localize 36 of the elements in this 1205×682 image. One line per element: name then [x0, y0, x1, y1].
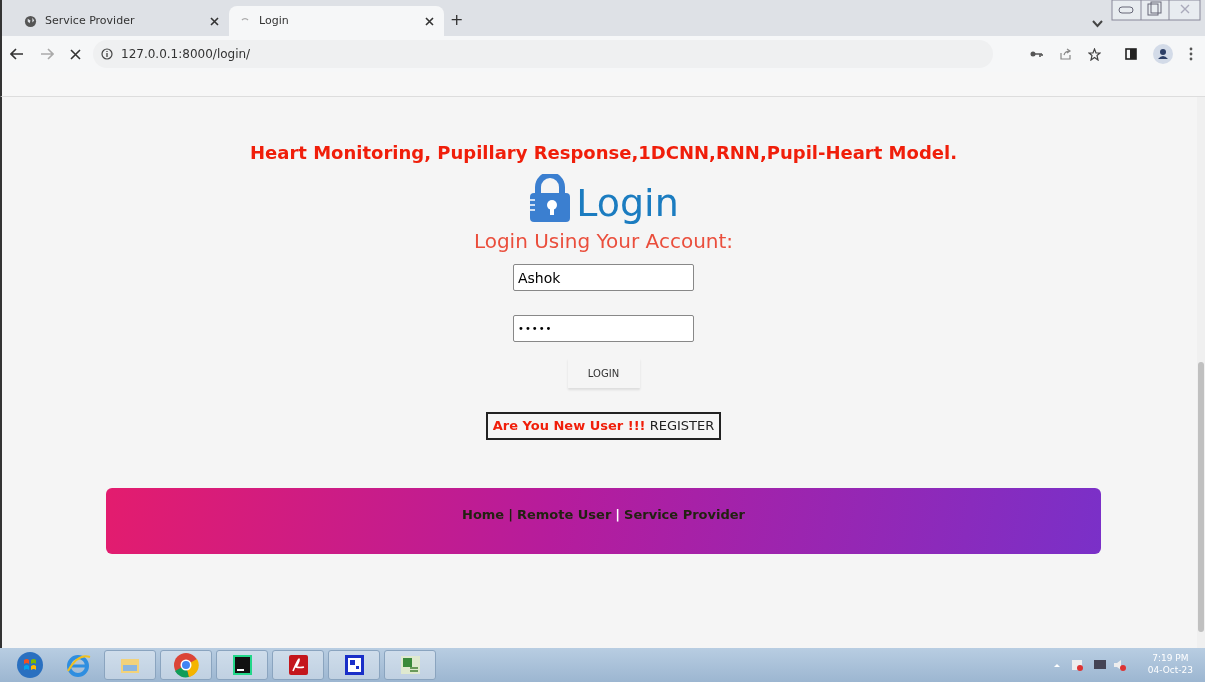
- logo-title: Login: [576, 184, 679, 222]
- clock-time: 7:19 PM: [1151, 653, 1190, 665]
- login-button[interactable]: LOGIN: [567, 358, 640, 388]
- address-bar[interactable]: 127.0.0.1:8000/login/: [93, 40, 993, 68]
- register-link[interactable]: REGISTER: [649, 418, 715, 433]
- separator: |: [508, 505, 513, 524]
- tab-title: Login: [259, 12, 290, 29]
- browser-tab[interactable]: Service Provider: [14, 6, 229, 36]
- close-icon[interactable]: [425, 16, 434, 26]
- password-field[interactable]: •••••: [513, 315, 694, 342]
- browser-tab[interactable]: Login: [229, 6, 444, 36]
- chrome-icon[interactable]: [172, 651, 200, 679]
- info-icon[interactable]: [101, 48, 113, 60]
- close-icon[interactable]: [210, 16, 219, 26]
- register-prompt: Are You New User !!!: [492, 418, 646, 433]
- profile-icon[interactable]: [1153, 44, 1173, 64]
- tab-title: Service Provider: [45, 12, 136, 29]
- share-icon[interactable]: [1059, 48, 1072, 60]
- key-icon[interactable]: [1030, 50, 1043, 58]
- star-icon[interactable]: [1088, 47, 1101, 61]
- new-tab-button[interactable]: +: [444, 8, 470, 32]
- back-icon[interactable]: [10, 48, 24, 60]
- padlock-icon: [528, 174, 573, 222]
- url-text: 127.0.0.1:8000/login/: [121, 46, 251, 63]
- username-field[interactable]: Ashok: [513, 264, 694, 291]
- side-panel-icon[interactable]: [1125, 48, 1137, 60]
- chevron-down-icon[interactable]: [1092, 20, 1103, 28]
- scrollbar[interactable]: [1197, 97, 1205, 648]
- clock-date: 04-Oct-23: [1147, 665, 1193, 677]
- close-icon[interactable]: [70, 48, 81, 60]
- form-subtitle: Login Using Your Account:: [473, 228, 734, 255]
- page-heading: Heart Monitoring, Pupillary Response,1DCNN,RNN,Pupil-Heart Model.: [250, 141, 957, 165]
- globe-icon: [24, 14, 37, 28]
- menu-icon[interactable]: [1189, 47, 1193, 61]
- separator: |: [615, 505, 621, 524]
- start-orb-icon[interactable]: [16, 651, 44, 679]
